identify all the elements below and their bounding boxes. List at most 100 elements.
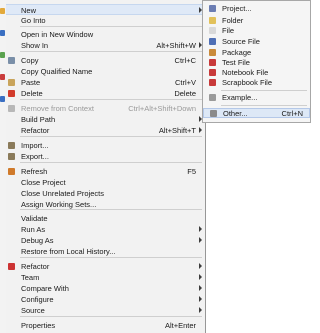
file-icon [209,27,216,34]
menu-item-run-as[interactable]: Run As [6,224,205,235]
menu-item-label: Delete [21,89,43,98]
menu-item-copy[interactable]: Copy Ctrl+C [6,55,205,66]
submenu-arrow-icon [199,263,202,269]
submenu-item-other[interactable]: Other... Ctrl+N [203,108,310,118]
menu-item-source[interactable]: Source [6,305,205,316]
new-submenu: Project... Folder File Source File Package Te… [202,0,311,123]
menu-separator [20,257,202,258]
delete-icon [8,90,15,97]
menu-item-shortcut: F5 [187,167,196,176]
submenu-item-label: File [222,26,235,35]
menu-item-label: Go Into [21,16,46,25]
submenu-arrow-icon [199,307,202,313]
menu-item-close-project[interactable]: Close Project [6,177,205,188]
menu-item-show-in[interactable]: Show In Alt+Shift+W [6,40,205,51]
menu-item-close-unrelated-projects[interactable]: Close Unrelated Projects [6,188,205,199]
submenu-item-scrapbook-file[interactable]: Scrapbook File [203,78,310,88]
menu-item-label: Remove from Context [21,104,94,113]
menu-item-label: Refactor [21,126,50,135]
menu-item-export[interactable]: Export... [6,151,205,162]
submenu-item-source-file[interactable]: Source File [203,37,310,47]
menu-item-debug-as[interactable]: Debug As [6,235,205,246]
menu-item-remove-from-context: Remove from Context Ctrl+Alt+Shift+Down [6,103,205,114]
menu-item-team[interactable]: Team [6,272,205,283]
submenu-arrow-icon [199,274,202,280]
menu-item-label: Configure [21,295,54,304]
export-icon [8,153,15,160]
menu-item-refresh[interactable]: Refresh F5 [6,166,205,177]
menu-item-restore-from-local-history[interactable]: Restore from Local History... [6,246,205,257]
menu-item-shortcut: Alt+Shift+T [158,126,196,135]
menu-item-open-in-new-window[interactable]: Open in New Window [6,29,205,40]
menu-item-label: Restore from Local History... [21,247,116,256]
submenu-item-test-file[interactable]: Test File [203,58,310,68]
menu-separator [20,209,202,210]
menu-item-label: Close Project [21,178,66,187]
menu-item-shortcut: Alt+Enter [164,321,196,330]
menu-item-import[interactable]: Import... [6,140,205,151]
submenu-arrow-icon [199,296,202,302]
submenu-item-package[interactable]: Package [203,48,310,58]
menu-item-label: Import... [21,141,49,150]
menu-item-properties[interactable]: Properties Alt+Enter [6,320,205,331]
background-icon [0,30,5,36]
copy-icon [8,57,15,64]
menu-item-label: Refactor [21,262,50,271]
background-icon [0,96,5,102]
menu-item-build-path[interactable]: Build Path [6,114,205,125]
submenu-item-label: Package [222,48,252,57]
menu-item-label: Debug As [21,236,54,245]
submenu-item-file[interactable]: File [203,26,310,36]
menu-item-label: New [21,6,37,15]
menu-item-label: Compare With [21,284,69,293]
menu-separator [20,136,202,137]
menu-item-label: Paste [21,78,41,87]
menu-item-refactor[interactable]: Refactor Alt+Shift+T [6,125,205,136]
test-file-icon [209,59,216,66]
submenu-separator [221,105,307,106]
menu-separator [20,316,202,317]
example-icon [209,94,216,101]
menu-item-copy-qualified-name[interactable]: Copy Qualified Name [6,66,205,77]
submenu-item-example[interactable]: Example... [203,93,310,103]
paste-icon [8,79,15,86]
menu-item-paste[interactable]: Paste Ctrl+V [6,77,205,88]
menu-item-new[interactable]: New [6,4,205,15]
remove-context-icon [8,105,15,112]
project-icon [209,5,216,12]
menu-item-label: Team [21,273,40,282]
submenu-separator [221,90,307,91]
submenu-item-label: Notebook File [222,68,269,77]
submenu-arrow-icon [199,285,202,291]
submenu-arrow-icon [199,237,202,243]
submenu-item-label: Scrapbook File [222,78,273,87]
scrapbook-file-icon [209,79,216,86]
menu-item-label: Show In [21,41,49,50]
menu-item-refactor[interactable]: Refactor [6,261,205,272]
menu-item-delete[interactable]: Delete Delete [6,88,205,99]
menu-separator [20,162,202,163]
submenu-item-folder[interactable]: Folder [203,16,310,26]
menu-separator [20,51,202,52]
notebook-file-icon [209,69,216,76]
import-icon [8,142,15,149]
submenu-item-shortcut: Ctrl+N [281,109,303,118]
menu-item-go-into[interactable]: Go Into [6,15,205,26]
menu-item-label: Assign Working Sets... [21,200,97,209]
menu-item-label: Open in New Window [21,30,94,39]
submenu-item-label: Folder [222,16,244,25]
submenu-item-label: Other... [223,109,248,118]
menu-item-label: Properties [21,321,56,330]
menu-item-label: Close Unrelated Projects [21,189,104,198]
menu-item-shortcut: Ctrl+C [174,56,196,65]
submenu-arrow-icon [199,226,202,232]
other-icon [210,110,217,117]
submenu-item-label: Test File [222,58,250,67]
submenu-item-project[interactable]: Project... [203,4,310,14]
background-icon [0,8,5,14]
menu-item-configure[interactable]: Configure [6,294,205,305]
source-file-icon [209,38,216,45]
submenu-item-notebook-file[interactable]: Notebook File [203,68,310,78]
menu-item-validate[interactable]: Validate [6,213,205,224]
menu-item-compare-with[interactable]: Compare With [6,283,205,294]
